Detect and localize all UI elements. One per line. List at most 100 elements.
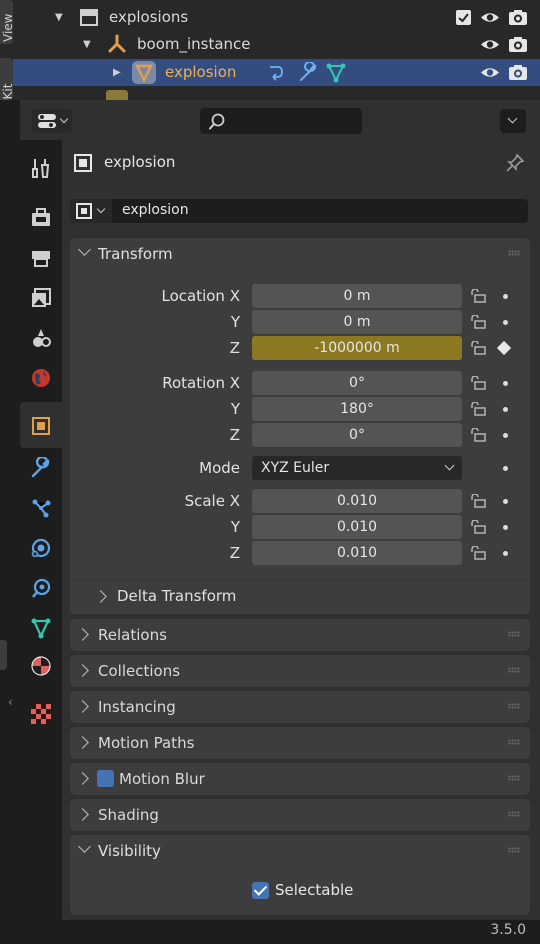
transform-panel-header[interactable]: Transform — [70, 238, 530, 270]
camera-icon[interactable] — [508, 9, 528, 26]
drag-grip-icon[interactable] — [508, 250, 520, 256]
lock-icon[interactable] — [470, 289, 486, 303]
shading-panel[interactable]: Shading — [70, 799, 530, 831]
motion-blur-checkbox[interactable] — [97, 770, 114, 787]
drag-grip-icon[interactable] — [508, 667, 520, 673]
tab-output[interactable] — [29, 246, 53, 270]
lock-icon[interactable] — [470, 546, 486, 560]
editor-type-button[interactable] — [32, 109, 72, 133]
tab-tool[interactable] — [29, 156, 53, 180]
rotation-x-field[interactable]: 0° — [252, 371, 462, 395]
constraint-icon[interactable] — [267, 63, 289, 83]
chevron-right-icon — [76, 736, 89, 749]
rotation-z-label: Z — [229, 426, 240, 444]
selectable-checkbox[interactable] — [252, 882, 269, 899]
options-dropdown-button[interactable] — [500, 109, 526, 133]
visibility-panel-header[interactable]: Visibility — [70, 835, 530, 867]
eye-icon[interactable] — [480, 64, 500, 81]
eye-icon[interactable] — [480, 36, 500, 53]
scale-y-field[interactable]: 0.010 — [252, 515, 462, 539]
motion-paths-panel[interactable]: Motion Paths — [70, 727, 530, 759]
location-y-field[interactable]: 0 m — [252, 310, 462, 334]
transform-panel: Transform Location X 0 m Y 0 m Z -100000… — [70, 238, 530, 614]
scale-z-field[interactable]: 0.010 — [252, 541, 462, 565]
view-side-tab[interactable]: View — [0, 0, 15, 44]
wrench-icon — [31, 457, 50, 478]
location-z-field[interactable]: -1000000 m — [252, 336, 462, 360]
rotation-y-label: Y — [230, 400, 240, 418]
tab-material[interactable] — [29, 654, 53, 678]
scale-x-field[interactable]: 0.010 — [252, 489, 462, 513]
keyframe-dot-icon[interactable] — [503, 525, 508, 530]
drag-grip-icon[interactable] — [508, 703, 520, 709]
side-handle[interactable] — [0, 640, 7, 670]
tab-render[interactable] — [29, 206, 53, 230]
lock-icon[interactable] — [470, 494, 486, 508]
object-browse-button[interactable] — [70, 199, 112, 223]
tab-texture[interactable] — [29, 702, 53, 726]
search-input[interactable] — [200, 108, 362, 134]
lock-icon[interactable] — [470, 315, 486, 329]
object-icon — [76, 203, 92, 219]
lock-icon[interactable] — [470, 402, 486, 416]
lock-icon[interactable] — [470, 428, 486, 442]
motion-blur-panel[interactable]: Motion Blur — [70, 763, 530, 795]
keyframe-dot-icon[interactable] — [503, 294, 508, 299]
tab-modifiers[interactable] — [29, 456, 53, 480]
lock-icon[interactable] — [470, 341, 486, 355]
rotation-y-field[interactable]: 180° — [252, 397, 462, 421]
expand-arrow-icon[interactable]: ▼ — [83, 39, 91, 50]
tab-data[interactable] — [29, 616, 53, 640]
drag-grip-icon[interactable] — [508, 847, 520, 853]
eye-icon[interactable] — [480, 9, 500, 26]
drag-grip-icon[interactable] — [508, 631, 520, 637]
pin-icon[interactable] — [504, 152, 526, 174]
instancing-panel[interactable]: Instancing — [70, 691, 530, 723]
blenderkit-side-tab[interactable]: BlenderKit — [0, 58, 15, 146]
mesh-data-icon[interactable] — [325, 62, 347, 83]
keyframe-dot-icon[interactable] — [503, 466, 508, 471]
checkbox-icon[interactable] — [455, 9, 472, 26]
camera-icon[interactable] — [508, 36, 528, 53]
rotation-z-field[interactable]: 0° — [252, 423, 462, 447]
tab-view-layer[interactable] — [29, 286, 53, 310]
tab-particles[interactable] — [29, 496, 53, 520]
wrench-icon[interactable] — [297, 62, 319, 83]
lock-icon[interactable] — [470, 520, 486, 534]
location-x-field[interactable]: 0 m — [252, 284, 462, 308]
outliner-row-explosions[interactable]: ▼ explosions — [13, 4, 540, 31]
relations-panel[interactable]: Relations — [70, 619, 530, 651]
chevron-down-icon — [96, 204, 106, 214]
properties-editor-icon — [38, 114, 56, 128]
keyframe-dot-icon[interactable] — [503, 499, 508, 504]
expand-arrow-icon[interactable]: ▶ — [113, 67, 121, 78]
object-name-field[interactable]: explosion — [70, 199, 528, 223]
keyframe-dot-icon[interactable] — [503, 320, 508, 325]
drag-grip-icon[interactable] — [508, 811, 520, 817]
camera-icon[interactable] — [508, 64, 528, 81]
lock-icon[interactable] — [470, 376, 486, 390]
collapse-arrow-icon[interactable]: ‹ — [8, 695, 13, 709]
outliner-row-explosion[interactable]: ▶ explosion — [13, 59, 540, 86]
tab-constraints[interactable] — [29, 576, 53, 600]
expand-arrow-icon[interactable]: ▼ — [55, 12, 63, 23]
tab-world[interactable] — [29, 366, 53, 390]
output-icon — [32, 251, 50, 267]
collections-panel[interactable]: Collections — [70, 655, 530, 687]
tab-physics[interactable] — [29, 536, 53, 560]
delta-transform-subpanel[interactable]: Delta Transform — [70, 580, 530, 612]
properties-editor: ‹ explosion explosion Transform Location… — [0, 100, 540, 944]
rotation-mode-dropdown[interactable]: XYZ Euler — [252, 456, 462, 480]
outliner-row-boom-instance[interactable]: ▼ boom_instance — [13, 31, 540, 58]
keyframe-diamond-icon[interactable] — [496, 340, 512, 356]
drag-grip-icon[interactable] — [508, 775, 520, 781]
drag-grip-icon[interactable] — [508, 739, 520, 745]
collection-icon — [80, 9, 98, 26]
keyframe-dot-icon[interactable] — [503, 407, 508, 412]
tab-object[interactable] — [29, 414, 53, 438]
version-label: 3.5.0 — [490, 922, 526, 938]
keyframe-dot-icon[interactable] — [503, 551, 508, 556]
keyframe-dot-icon[interactable] — [503, 381, 508, 386]
tab-scene[interactable] — [29, 326, 53, 350]
keyframe-dot-icon[interactable] — [503, 433, 508, 438]
